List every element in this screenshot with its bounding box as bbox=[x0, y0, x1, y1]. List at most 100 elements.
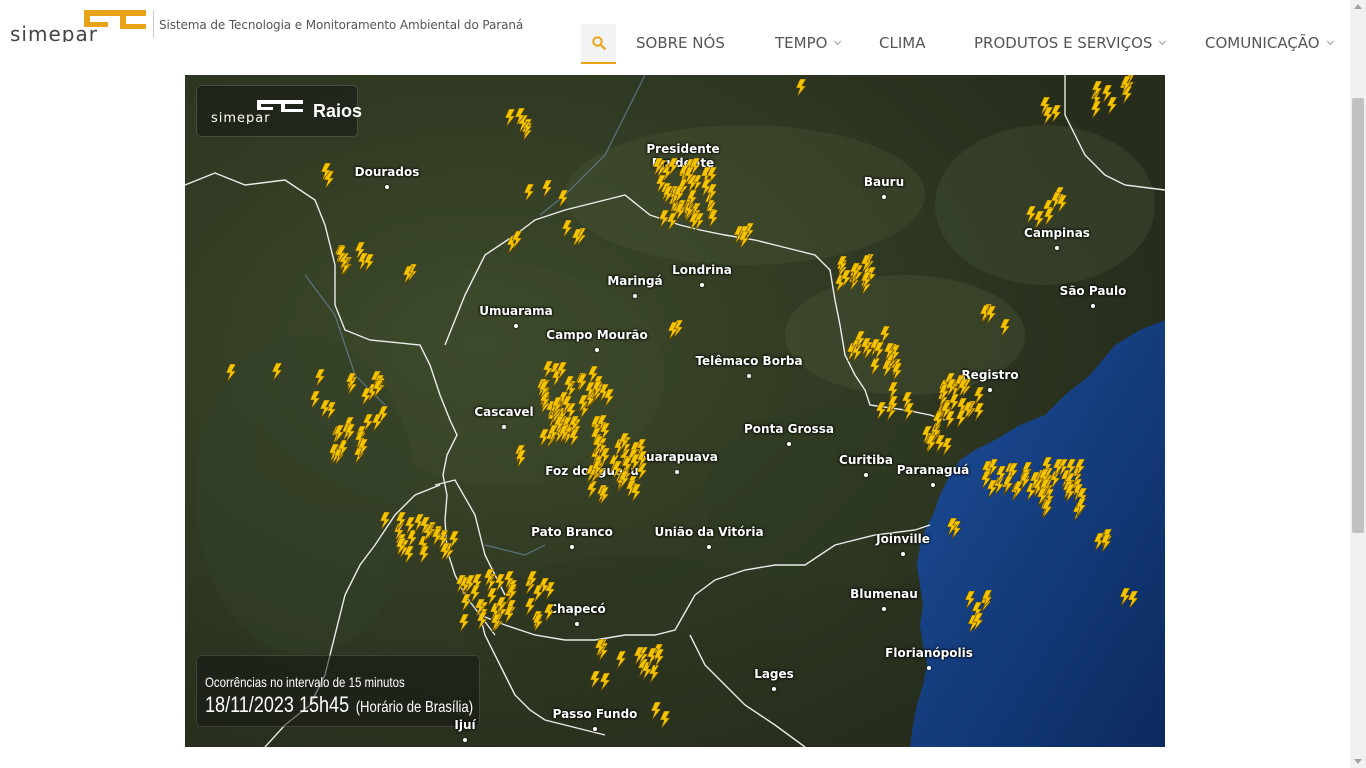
nav-sobre-nos[interactable]: SOBRE NÓS bbox=[636, 34, 725, 52]
city-dot bbox=[747, 374, 751, 378]
lightning-bolt-icon bbox=[360, 388, 372, 406]
lightning-bolt-icon bbox=[1042, 106, 1054, 125]
lightning-bolt-icon bbox=[515, 449, 527, 468]
lightning-bolt-icon bbox=[542, 361, 554, 380]
lightning-bolt-icon bbox=[1036, 488, 1048, 507]
lightning-bolt-icon bbox=[592, 435, 604, 454]
lightning-bolt-icon bbox=[860, 255, 872, 274]
lightning-bolt-icon bbox=[314, 368, 326, 387]
lightning-bolt-icon bbox=[1100, 533, 1112, 552]
lightning-bolt-icon bbox=[320, 163, 332, 182]
lightning-map[interactable]: simepar Raios Ocorrências no intervalo d… bbox=[185, 75, 1165, 747]
nav-produtos-servicos[interactable]: PRODUTOS E SERVIÇOS bbox=[974, 34, 1167, 52]
city-label: São Paulo bbox=[1059, 284, 1127, 298]
city-label: Joinville bbox=[876, 532, 930, 546]
lightning-bolt-icon bbox=[707, 209, 719, 228]
lightning-bolt-icon bbox=[458, 614, 470, 633]
lightning-bolt-icon bbox=[556, 361, 569, 380]
page-scrollbar[interactable] bbox=[1350, 0, 1366, 768]
lightning-bolt-icon bbox=[655, 174, 667, 193]
lightning-bolt-icon bbox=[271, 363, 283, 382]
chevron-down-icon bbox=[1326, 37, 1334, 46]
lightning-bolt-icon bbox=[543, 603, 555, 622]
city-dot bbox=[463, 738, 467, 742]
lightning-bolt-icon bbox=[379, 512, 391, 531]
lightning-bolt-icon bbox=[653, 648, 665, 667]
city-label: Telêmaco Borba bbox=[695, 354, 803, 368]
logo-divider bbox=[153, 10, 154, 38]
city-dot bbox=[882, 195, 886, 199]
lightning-bolt-icon bbox=[660, 711, 672, 730]
lightning-bolt-icon bbox=[1120, 75, 1132, 94]
lightning-bolt-icon bbox=[849, 263, 862, 282]
site-header: simepar Sistema de Tecnologia e Monitora… bbox=[0, 0, 1350, 75]
lightning-bolt-icon bbox=[363, 253, 376, 272]
lightning-bolt-icon bbox=[357, 438, 369, 457]
lightning-bolt-icon bbox=[568, 416, 580, 435]
lightning-bolt-icon bbox=[934, 435, 946, 453]
city-dot bbox=[385, 185, 389, 189]
lightning-bolt-icon bbox=[630, 484, 642, 503]
lightning-bolt-icon bbox=[903, 402, 915, 421]
city-label: Paranaguá bbox=[896, 463, 970, 477]
lightning-bolt-icon bbox=[869, 357, 881, 376]
search-button[interactable] bbox=[581, 24, 616, 64]
city-dot bbox=[675, 470, 679, 474]
lightning-bolt-icon bbox=[618, 470, 630, 489]
chevron-down-icon bbox=[1159, 37, 1167, 46]
lightning-bolt-icon bbox=[512, 230, 524, 249]
lightning-bolt-icon bbox=[598, 486, 610, 505]
lightning-bolt-icon bbox=[683, 167, 695, 186]
lightning-bolt-icon bbox=[589, 671, 602, 690]
city-dot bbox=[988, 388, 992, 392]
city-label: Blumenau bbox=[850, 587, 918, 601]
lightning-bolt-icon bbox=[1056, 194, 1068, 213]
lightning-bolt-icon bbox=[503, 605, 515, 624]
lightning-bolt-icon bbox=[995, 466, 1007, 485]
lightning-bolt-icon bbox=[371, 413, 383, 432]
lightning-bolt-icon bbox=[514, 107, 527, 126]
city-dot bbox=[787, 442, 791, 446]
city-label: Ponta Grossa bbox=[744, 422, 834, 436]
svg-text:simepar: simepar bbox=[211, 111, 271, 124]
city-dot bbox=[514, 324, 518, 328]
lightning-bolt-icon bbox=[402, 266, 415, 285]
lightning-bolt-icon bbox=[571, 229, 584, 248]
scroll-down-arrow[interactable] bbox=[1354, 759, 1362, 764]
lightning-bolt-icon bbox=[1090, 100, 1102, 119]
lightning-bolt-icon bbox=[706, 183, 718, 202]
lightning-bolt-icon bbox=[395, 537, 407, 556]
search-icon bbox=[591, 36, 606, 50]
lightning-bolt-icon bbox=[972, 612, 984, 631]
lightning-bolt-icon bbox=[225, 363, 237, 382]
scroll-thumb[interactable] bbox=[1352, 98, 1364, 533]
city-label: Umuarama bbox=[479, 304, 553, 318]
lightning-bolt-icon bbox=[673, 186, 685, 205]
city-label: Maringá bbox=[607, 274, 663, 288]
lightning-bolt-icon bbox=[795, 78, 807, 97]
lightning-bolt-icon bbox=[345, 372, 357, 391]
lightning-bolt-icon bbox=[532, 614, 544, 633]
scroll-up-arrow[interactable] bbox=[1354, 4, 1362, 9]
nav-clima[interactable]: CLIMA bbox=[879, 34, 925, 52]
lightning-bolt-icon bbox=[946, 517, 958, 536]
lightning-bolt-icon bbox=[1106, 96, 1118, 115]
lightning-bolt-icon bbox=[431, 528, 443, 547]
lightning-bolt-icon bbox=[999, 318, 1011, 337]
lightning-bolt-icon bbox=[881, 360, 893, 379]
lightning-bolt-icon bbox=[345, 423, 357, 442]
simepar-logo[interactable]: simepar bbox=[10, 8, 150, 42]
lightning-bolt-icon bbox=[981, 589, 993, 608]
simepar-logo: simepar bbox=[211, 100, 303, 124]
city-label: Pato Branco bbox=[531, 525, 613, 539]
lightning-bolt-icon bbox=[1091, 80, 1103, 99]
nav-comunicacao[interactable]: COMUNICAÇÃO bbox=[1205, 34, 1334, 52]
chevron-down-icon bbox=[834, 37, 842, 46]
svg-text:simepar: simepar bbox=[10, 22, 98, 42]
lightning-bolt-icon bbox=[854, 331, 866, 350]
nav-tempo[interactable]: TEMPO bbox=[775, 34, 842, 52]
lightning-bolt-icon bbox=[538, 380, 550, 399]
lightning-bolt-icon bbox=[603, 388, 616, 407]
lightning-bolt-icon bbox=[615, 650, 627, 669]
lightning-bolt-icon bbox=[1075, 498, 1087, 517]
